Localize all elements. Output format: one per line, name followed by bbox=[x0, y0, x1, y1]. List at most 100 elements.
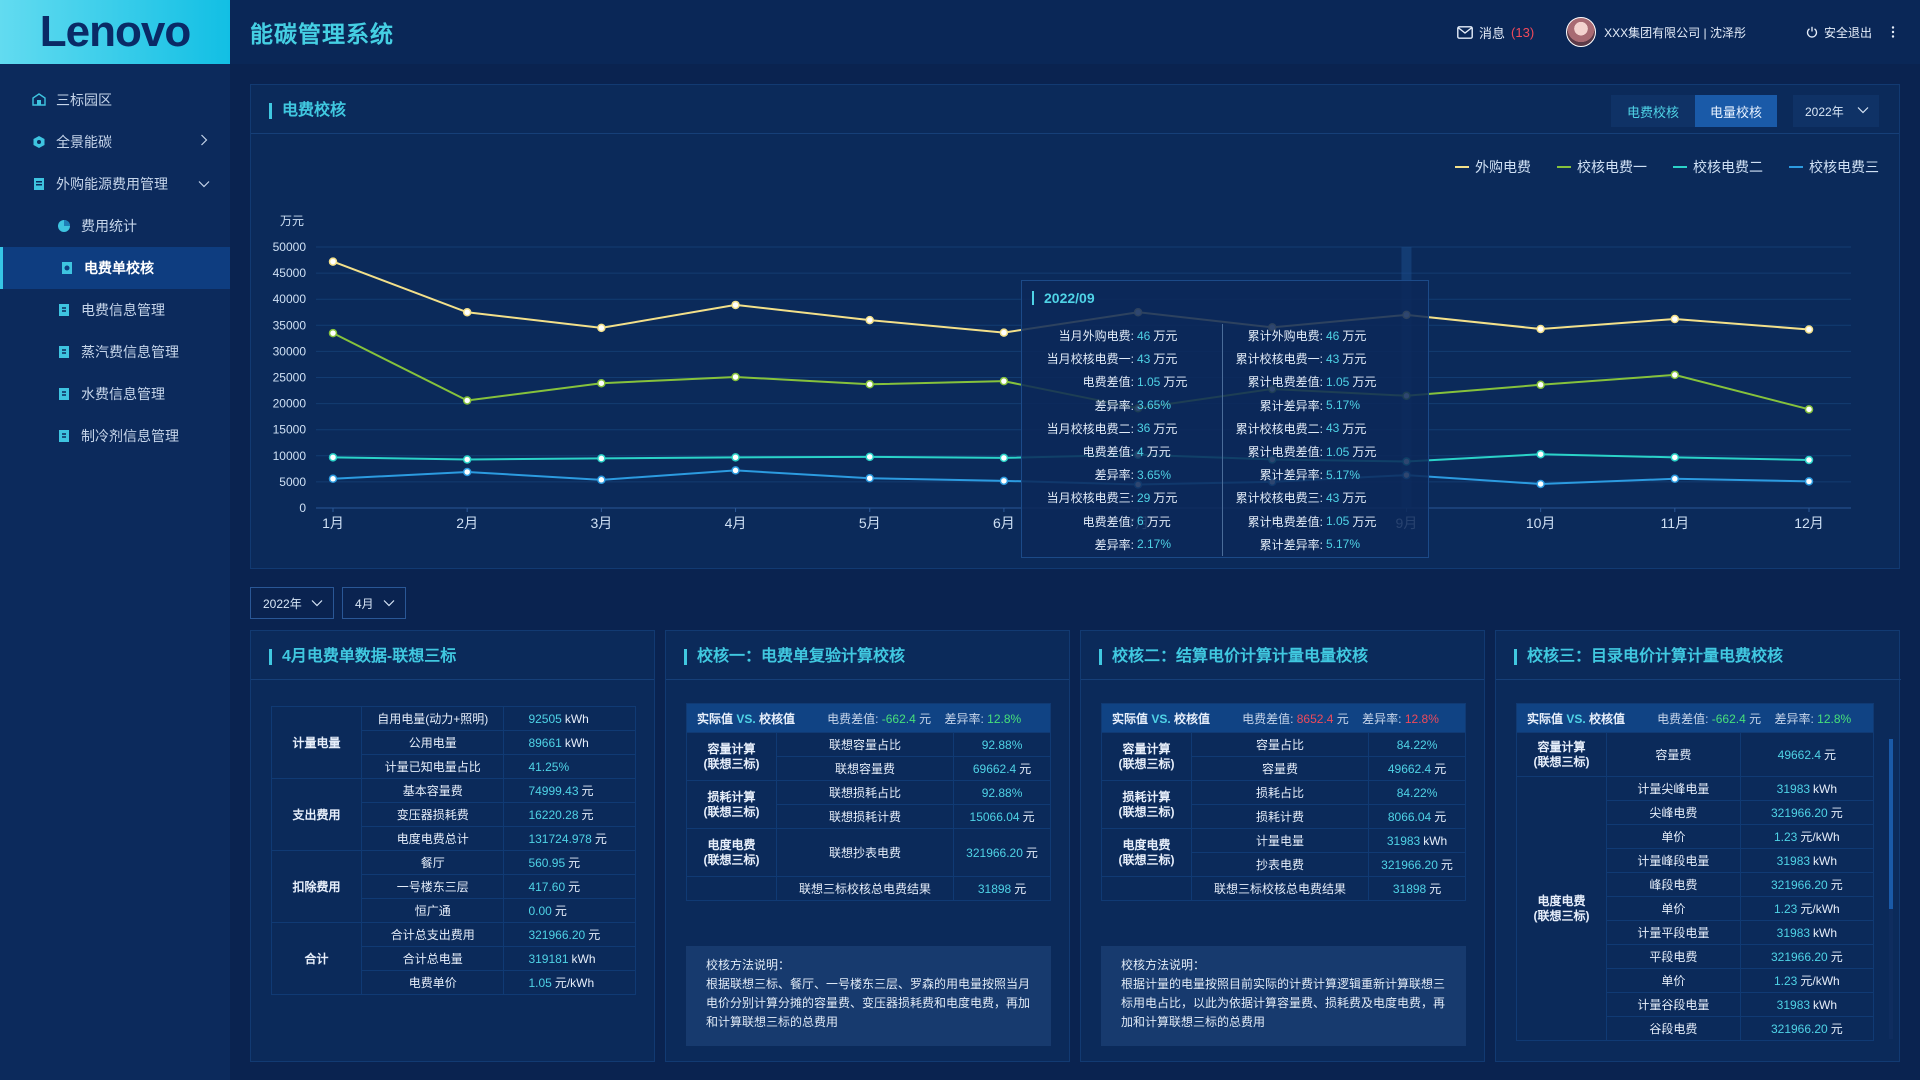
data-point[interactable] bbox=[1536, 449, 1545, 459]
diff-value: -662.4 bbox=[881, 711, 916, 726]
logout-button[interactable]: 安全退出 bbox=[1806, 24, 1896, 41]
scrollbar[interactable] bbox=[1889, 739, 1893, 1039]
row-unit: 元/kWh bbox=[1800, 830, 1840, 844]
filter-month-value: 4月 bbox=[355, 596, 374, 611]
data-point[interactable] bbox=[462, 308, 472, 317]
data-point[interactable] bbox=[999, 453, 1009, 463]
brand-logo[interactable]: Lenovo bbox=[0, 0, 230, 64]
data-point[interactable] bbox=[999, 328, 1009, 337]
sidebar-item-campus[interactable]: 三标园区 bbox=[0, 79, 230, 121]
data-point[interactable] bbox=[597, 454, 606, 463]
data-point[interactable] bbox=[1804, 455, 1814, 465]
company-user[interactable]: XXX集团有限公司 | 沈泽彤 bbox=[1604, 24, 1746, 41]
tab-usage-check[interactable]: 电量校核 bbox=[1695, 95, 1777, 127]
avatar[interactable] bbox=[1566, 17, 1597, 47]
scrollbar-thumb[interactable] bbox=[1889, 739, 1893, 909]
data-point[interactable] bbox=[1804, 405, 1814, 414]
sidebar-item-steam-info[interactable]: 蒸汽费信息管理 bbox=[0, 331, 230, 373]
row-value: 49662.4 bbox=[1777, 748, 1822, 762]
table-row: 容量计算 (联想三标) 联想容量占比 92.88% bbox=[686, 732, 1051, 781]
messages-button[interactable]: 消息 (13) bbox=[1457, 23, 1534, 42]
sidebar-item-panorama[interactable]: 全景能碳 bbox=[0, 121, 230, 163]
row-unit: kWh bbox=[1423, 833, 1448, 848]
data-point[interactable] bbox=[597, 378, 606, 388]
row-value: 31983 bbox=[1776, 853, 1811, 868]
data-point[interactable] bbox=[1536, 324, 1545, 334]
data-point[interactable] bbox=[328, 328, 338, 338]
data-point[interactable] bbox=[999, 476, 1009, 486]
sidebar-item-energy-cost[interactable]: 外购能源费用管理 bbox=[0, 163, 230, 205]
data-point[interactable] bbox=[1670, 474, 1680, 484]
tooltip-value: 46 bbox=[1137, 328, 1151, 343]
tooltip-unit: 万元 bbox=[1352, 445, 1377, 460]
y-tick-label: 30000 bbox=[273, 344, 307, 358]
sidebar-item-bill-check[interactable]: 电费单校核 bbox=[0, 247, 230, 289]
sidebar-item-electricity-info[interactable]: 电费信息管理 bbox=[0, 289, 230, 331]
tooltip-row: 电费差值: 4 万元 bbox=[1022, 440, 1222, 463]
sidebar-item-cost-statistics[interactable]: 费用统计 bbox=[0, 205, 230, 247]
data-point[interactable] bbox=[731, 453, 740, 462]
row-label: 谷段电费 bbox=[1606, 1016, 1741, 1041]
data-point[interactable] bbox=[731, 300, 740, 310]
data-point[interactable] bbox=[731, 466, 740, 475]
data-point[interactable] bbox=[865, 380, 874, 389]
year-select[interactable]: 2022年 bbox=[1793, 95, 1879, 127]
tooltip-row: 差异率: 2.17% bbox=[1022, 533, 1222, 556]
row-value: 1.23 bbox=[1774, 830, 1798, 844]
data-point[interactable] bbox=[865, 315, 874, 325]
row-value: 417.60 bbox=[528, 880, 566, 894]
tooltip-unit: 万元 bbox=[1342, 352, 1367, 367]
diff-unit: 元 bbox=[919, 711, 932, 726]
row-label: 联想容量占比 bbox=[775, 732, 955, 757]
more-vertical-icon[interactable] bbox=[1890, 25, 1896, 39]
data-point[interactable] bbox=[328, 257, 338, 266]
row-label: 公用电量 bbox=[360, 730, 505, 755]
data-point[interactable] bbox=[462, 467, 472, 477]
data-point[interactable] bbox=[999, 376, 1009, 386]
data-point[interactable] bbox=[328, 453, 338, 462]
data-point[interactable] bbox=[1804, 477, 1814, 486]
data-point[interactable] bbox=[1670, 314, 1680, 324]
tooltip-value: 43 bbox=[1326, 351, 1340, 366]
sidebar-item-refrigerant-info[interactable]: 制冷剂信息管理 bbox=[0, 415, 230, 457]
tab-bill-check[interactable]: 电费校核 bbox=[1611, 95, 1695, 127]
row-unit: 元 bbox=[1434, 762, 1447, 776]
data-point[interactable] bbox=[865, 452, 874, 462]
bill-data-card: 4月电费单数据-联想三标 计量电量 自用电量(动力+照明) 92505 kWh 公用电量… bbox=[250, 630, 655, 1062]
data-point[interactable] bbox=[1804, 325, 1814, 334]
filter-year-select[interactable]: 2022年 bbox=[250, 587, 334, 619]
table-row: 容量计算 (联想三标) 容量占比 84.22% bbox=[1101, 732, 1466, 781]
filter-month-select[interactable]: 4月 bbox=[342, 587, 406, 619]
data-point[interactable] bbox=[462, 455, 472, 464]
data-point[interactable] bbox=[328, 474, 338, 484]
row-value-cell: 74999.43 元 bbox=[503, 778, 636, 803]
tooltip-value: 1.05 bbox=[1326, 514, 1350, 529]
data-point[interactable] bbox=[1670, 370, 1680, 380]
data-point[interactable] bbox=[731, 372, 740, 382]
row-value: 321966.20 bbox=[966, 846, 1023, 860]
row-unit: 元 bbox=[594, 832, 607, 846]
row-unit: 元 bbox=[1830, 950, 1843, 964]
row-value-cell: 49662.4 元 bbox=[1368, 756, 1466, 781]
messages-count: (13) bbox=[1511, 24, 1535, 40]
tooltip-unit: 万元 bbox=[1153, 421, 1178, 436]
divider bbox=[251, 679, 654, 680]
filter-year-value: 2022年 bbox=[263, 596, 302, 611]
data-point[interactable] bbox=[1536, 479, 1545, 489]
data-point[interactable] bbox=[1536, 380, 1545, 390]
chevron-right-icon bbox=[201, 134, 208, 146]
row-value: 31983 bbox=[1776, 997, 1811, 1012]
check-one-card: 校核一：电费单复验计算校核 实际值 VS. 校核值 电费差值: -662.4 元 … bbox=[665, 630, 1070, 1062]
tooltip-label: 差异率: bbox=[1094, 398, 1134, 413]
actual-label: 实际值 bbox=[1527, 711, 1564, 726]
sidebar-item-water-info[interactable]: 水费信息管理 bbox=[0, 373, 230, 415]
total-unit: 元 bbox=[1014, 882, 1027, 896]
y-tick-label: 50000 bbox=[273, 240, 307, 254]
data-point[interactable] bbox=[1670, 453, 1680, 462]
data-point[interactable] bbox=[597, 475, 606, 485]
vs-label: VS. bbox=[1566, 711, 1586, 726]
check-label: 校核值 bbox=[1589, 711, 1626, 726]
data-point[interactable] bbox=[865, 473, 874, 483]
data-point[interactable] bbox=[462, 396, 472, 405]
data-point[interactable] bbox=[597, 323, 606, 333]
